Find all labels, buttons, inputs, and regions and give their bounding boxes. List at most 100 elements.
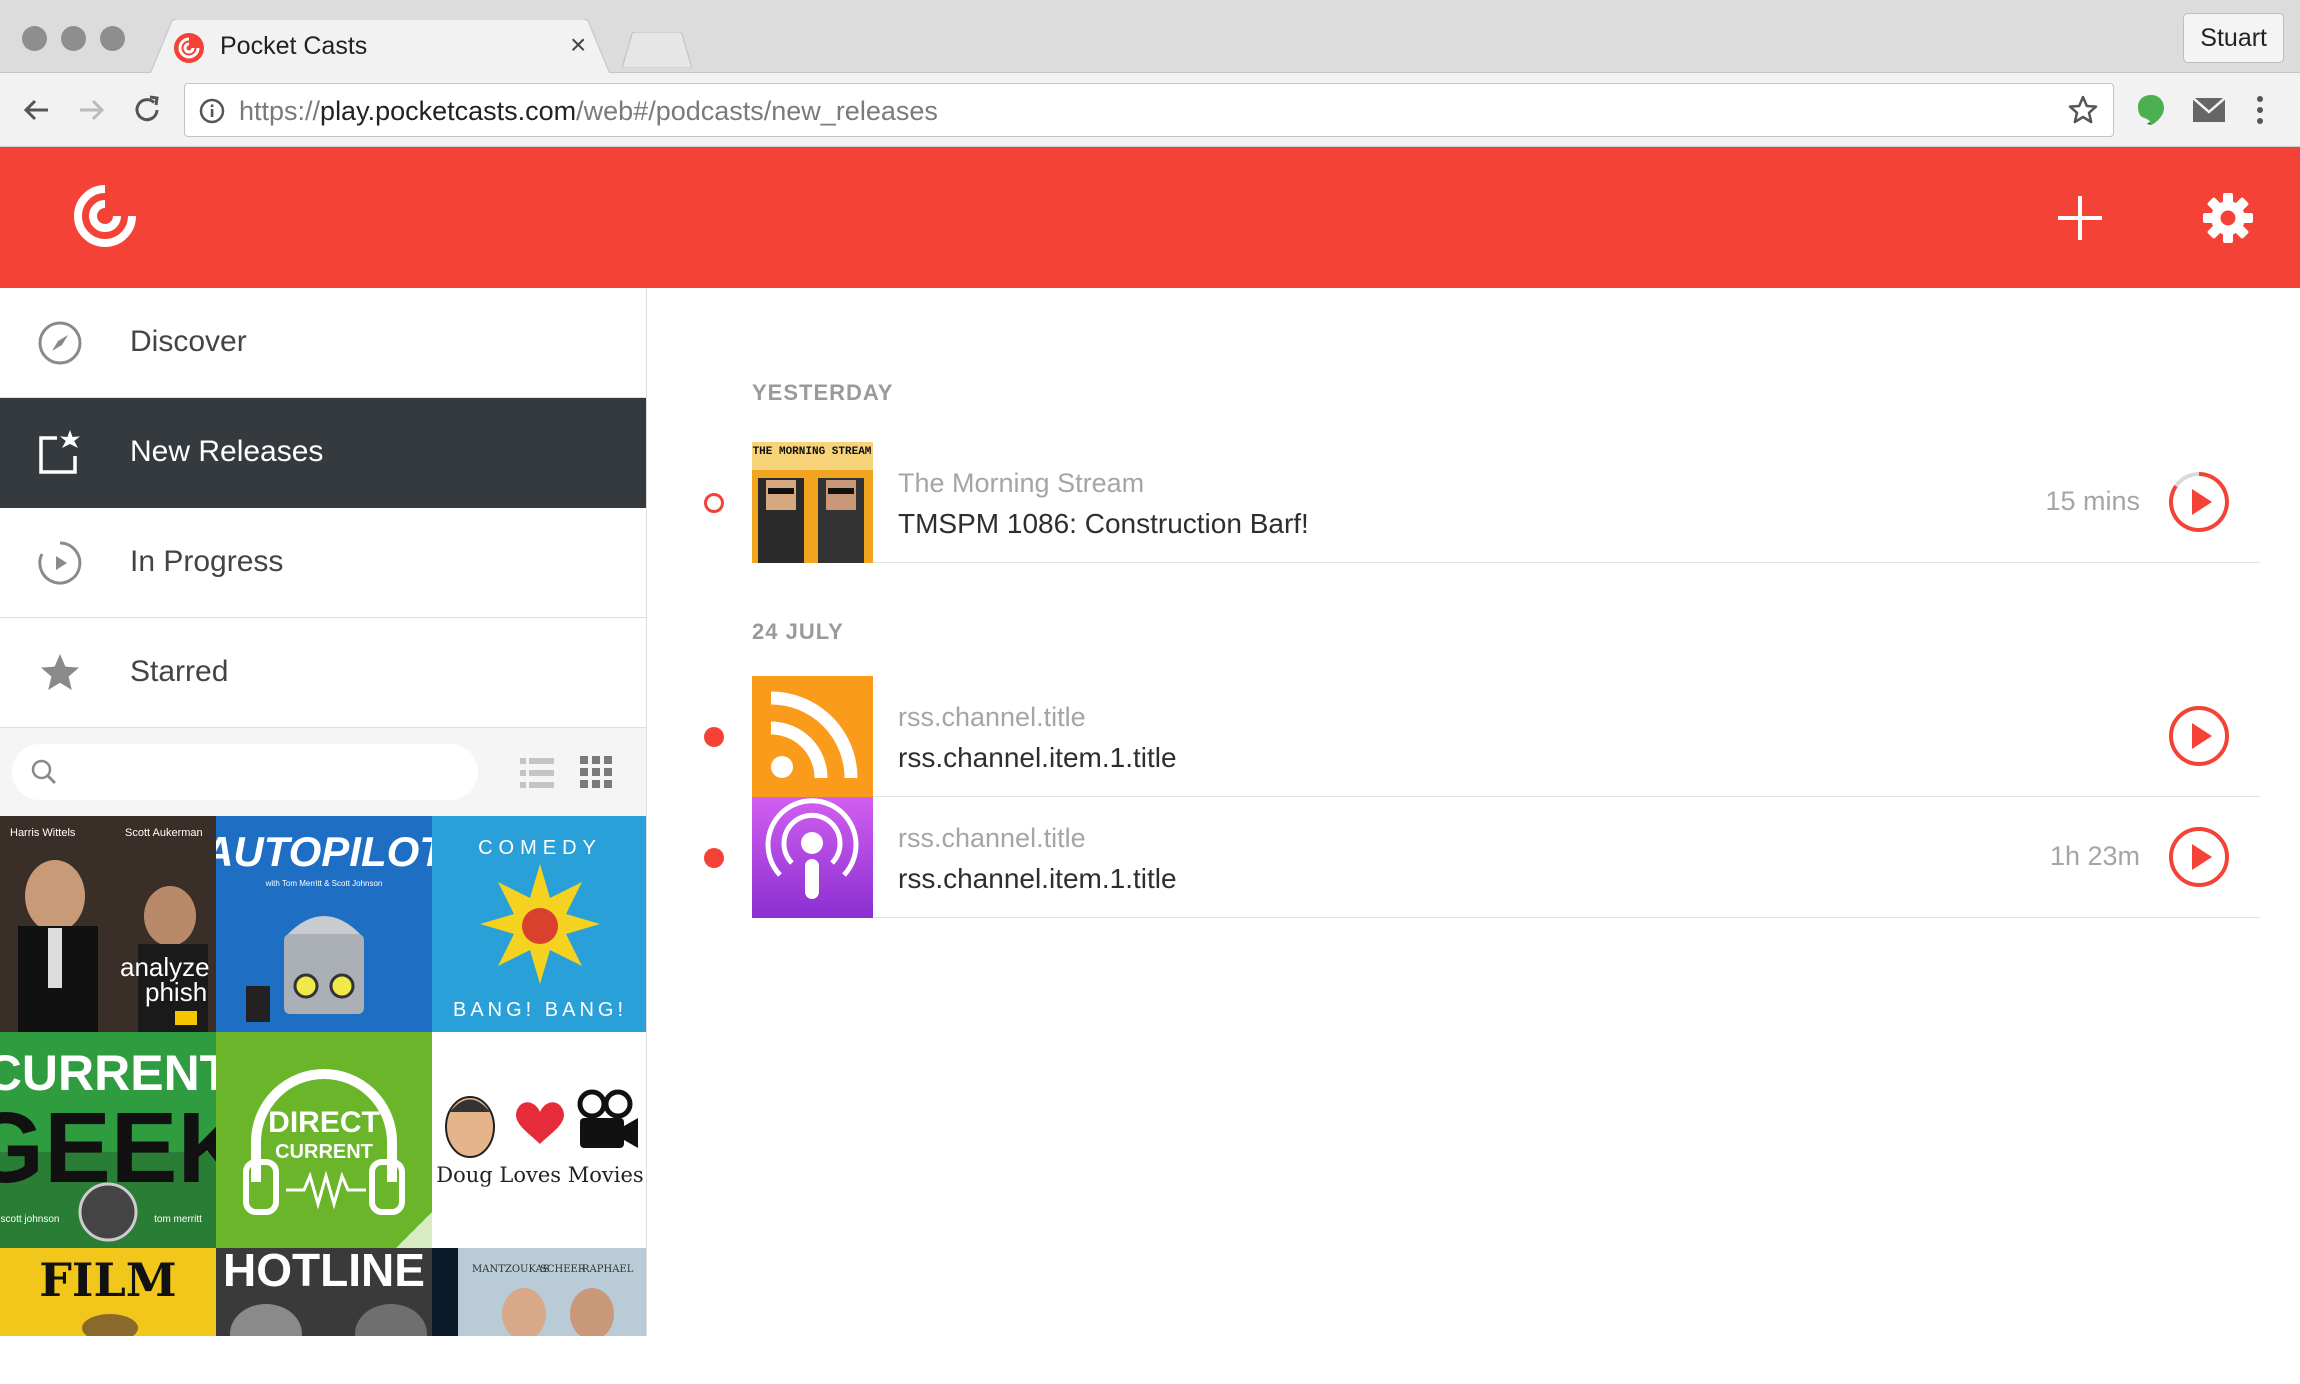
bookmark-star-icon[interactable] bbox=[2067, 94, 2099, 126]
pocket-casts-logo-icon[interactable] bbox=[72, 183, 138, 249]
episode-status-indicator bbox=[704, 493, 724, 513]
podcast-title: AUTOPILOT bbox=[216, 828, 432, 875]
new-releases-icon bbox=[39, 430, 80, 474]
mail-extension-icon[interactable] bbox=[2192, 97, 2226, 123]
podcast-host-1: scott johnson bbox=[1, 1214, 60, 1225]
info-icon[interactable] bbox=[199, 98, 225, 124]
podcast-tile-doug-loves-movies[interactable]: Doug Loves Movies bbox=[432, 1032, 646, 1248]
search-box[interactable] bbox=[12, 744, 478, 800]
window-zoom-button[interactable] bbox=[100, 26, 125, 51]
settings-gear-icon[interactable] bbox=[2202, 192, 2254, 244]
podcast-tile-analyze-phish[interactable]: Harris Wittels Scott Aukerman analyze ph… bbox=[0, 816, 216, 1032]
hotline-artwork: HOTLINE bbox=[216, 1248, 432, 1336]
compass-icon bbox=[38, 321, 82, 365]
episode-podcast-name: rss.channel.title bbox=[898, 823, 1086, 853]
artwork-text: THE MORNING STREAM bbox=[753, 446, 872, 458]
sidebar-item-label: In Progress bbox=[130, 545, 284, 578]
podcast-tile-direct-current[interactable]: DIRECT CURRENT bbox=[216, 1032, 432, 1248]
sidebar-item-label: Starred bbox=[130, 655, 229, 688]
episode-duration: 1h 23m bbox=[2049, 841, 2140, 871]
podcast-host-2: Scott Aukerman bbox=[125, 827, 203, 839]
episode-title[interactable]: rss.channel.item.1.title bbox=[898, 863, 1177, 895]
list-view-icon[interactable] bbox=[520, 758, 554, 788]
play-button-icon[interactable] bbox=[2168, 705, 2230, 767]
podcast-host-1: MANTZOUKAS bbox=[472, 1264, 550, 1275]
episode-duration: 15 mins bbox=[2045, 486, 2140, 516]
window-close-button[interactable] bbox=[22, 26, 47, 51]
episode-title[interactable]: rss.channel.item.1.title bbox=[898, 742, 1177, 774]
tab-title: Pocket Casts bbox=[220, 32, 368, 60]
podcast-tile-autopilot[interactable]: AUTOPILOT with Tom Merritt & Scott Johns… bbox=[216, 816, 432, 1032]
profile-button[interactable]: Stuart bbox=[2183, 13, 2284, 63]
autopilot-artwork: AUTOPILOT with Tom Merritt & Scott Johns… bbox=[216, 816, 432, 1032]
sidebar-item-label: Discover bbox=[130, 325, 247, 358]
podcast-tile-mantzoukas-scheer-raphael[interactable]: MANTZOUKAS SCHEER RAPHAEL bbox=[432, 1248, 646, 1336]
grid-view-icon[interactable] bbox=[580, 756, 612, 788]
window-minimize-button[interactable] bbox=[61, 26, 86, 51]
episode-row[interactable]: THE MORNING STREAM The Morning Stream TM… bbox=[704, 442, 2260, 563]
new-tab-button[interactable] bbox=[622, 32, 692, 68]
rss-icon bbox=[752, 676, 873, 797]
podcast-title-2: BANG! BANG! bbox=[453, 999, 627, 1021]
podcast-icon bbox=[752, 797, 873, 918]
podcast-tile-comedy-bang-bang[interactable]: COMEDY BANG! BANG! bbox=[432, 816, 646, 1032]
app-header bbox=[0, 147, 2300, 288]
podcast-tile-hotline[interactable]: HOTLINE bbox=[216, 1248, 432, 1336]
episode-podcast-name: The Morning Stream bbox=[898, 468, 1145, 498]
current-geek-artwork: CURRENT GEEK scott johnson tom merritt bbox=[0, 1032, 216, 1248]
address-bar[interactable]: https://play.pocketcasts.com/web#/podcas… bbox=[184, 83, 2114, 137]
tab-close-icon[interactable]: × bbox=[570, 31, 586, 59]
sidebar-item-discover[interactable]: Discover bbox=[0, 288, 646, 398]
sidebar-item-label: New Releases bbox=[130, 435, 324, 468]
url-scheme: https:// bbox=[239, 96, 321, 126]
search-icon bbox=[31, 759, 57, 785]
play-button-icon[interactable] bbox=[2168, 826, 2230, 888]
section-heading-yesterday: YESTERDAY bbox=[752, 380, 894, 405]
browser-menu-icon[interactable] bbox=[2254, 95, 2266, 125]
add-podcast-icon[interactable] bbox=[2055, 193, 2105, 243]
podcast-grid: Harris Wittels Scott Aukerman analyze ph… bbox=[0, 816, 646, 1336]
back-arrow-icon[interactable] bbox=[20, 93, 54, 127]
sidebar-item-starred[interactable]: Starred bbox=[0, 618, 646, 728]
analyze-phish-artwork: Harris Wittels Scott Aukerman analyze ph… bbox=[0, 816, 216, 1032]
sidebar-item-in-progress[interactable]: In Progress bbox=[0, 508, 646, 618]
episode-artwork: THE MORNING STREAM bbox=[752, 442, 873, 563]
browser-tab-pocket-casts[interactable]: Pocket Casts × bbox=[150, 19, 610, 74]
podcast-word-2: phish bbox=[145, 977, 207, 1007]
url-text[interactable]: https://play.pocketcasts.com/web#/podcas… bbox=[239, 96, 938, 127]
play-button-icon[interactable] bbox=[2168, 471, 2230, 533]
mantzoukas-scheer-raphael-artwork: MANTZOUKAS SCHEER RAPHAEL bbox=[432, 1248, 646, 1336]
podcast-host-2: tom merritt bbox=[154, 1214, 202, 1225]
sidebar-item-new-releases[interactable]: New Releases bbox=[0, 398, 646, 508]
podcast-title: HOTLINE bbox=[223, 1248, 425, 1296]
url-host: play.pocketcasts.com bbox=[320, 96, 577, 126]
forward-arrow-icon[interactable] bbox=[74, 93, 108, 127]
reload-icon[interactable] bbox=[130, 93, 164, 127]
doug-loves-movies-artwork: Doug Loves Movies bbox=[432, 1032, 646, 1248]
browser-tab-bar: Pocket Casts × Stuart bbox=[0, 0, 2300, 74]
episode-status-indicator bbox=[704, 848, 724, 868]
in-progress-icon bbox=[38, 541, 82, 585]
browser-toolbar: https://play.pocketcasts.com/web#/podcas… bbox=[0, 73, 2300, 147]
podcast-host-2: SCHEER bbox=[540, 1264, 586, 1275]
podcast-tile-film[interactable]: FILM bbox=[0, 1248, 216, 1336]
search-input[interactable] bbox=[72, 754, 462, 790]
podcast-tile-current-geek[interactable]: CURRENT GEEK scott johnson tom merritt bbox=[0, 1032, 216, 1248]
episode-row[interactable]: rss.channel.title rss.channel.item.1.tit… bbox=[704, 797, 2260, 918]
episode-artwork bbox=[752, 676, 873, 797]
episode-row[interactable]: rss.channel.title rss.channel.item.1.tit… bbox=[704, 676, 2260, 797]
url-path: /web#/podcasts/new_releases bbox=[576, 96, 938, 126]
episode-status-indicator bbox=[704, 727, 724, 747]
star-icon bbox=[41, 654, 79, 690]
podcast-subtitle: with Tom Merritt & Scott Johnson bbox=[265, 879, 383, 888]
podcast-host-3: RAPHAEL bbox=[582, 1264, 634, 1275]
podcast-title-1: COMEDY bbox=[478, 837, 602, 859]
podcast-title-1: DIRECT bbox=[268, 1106, 380, 1139]
podcast-title: Doug Loves Movies bbox=[436, 1163, 643, 1187]
podcast-host-1: Harris Wittels bbox=[10, 827, 76, 839]
comedy-bang-bang-artwork: COMEDY BANG! BANG! bbox=[432, 816, 646, 1032]
sidebar: Discover New Releases In Progress Starre… bbox=[0, 288, 647, 1336]
evernote-extension-icon[interactable] bbox=[2136, 93, 2166, 127]
episode-title[interactable]: TMSPM 1086: Construction Barf! bbox=[898, 508, 1309, 540]
new-releases-panel: YESTERDAY THE MORNING STREAM The Morning… bbox=[648, 288, 2300, 1336]
